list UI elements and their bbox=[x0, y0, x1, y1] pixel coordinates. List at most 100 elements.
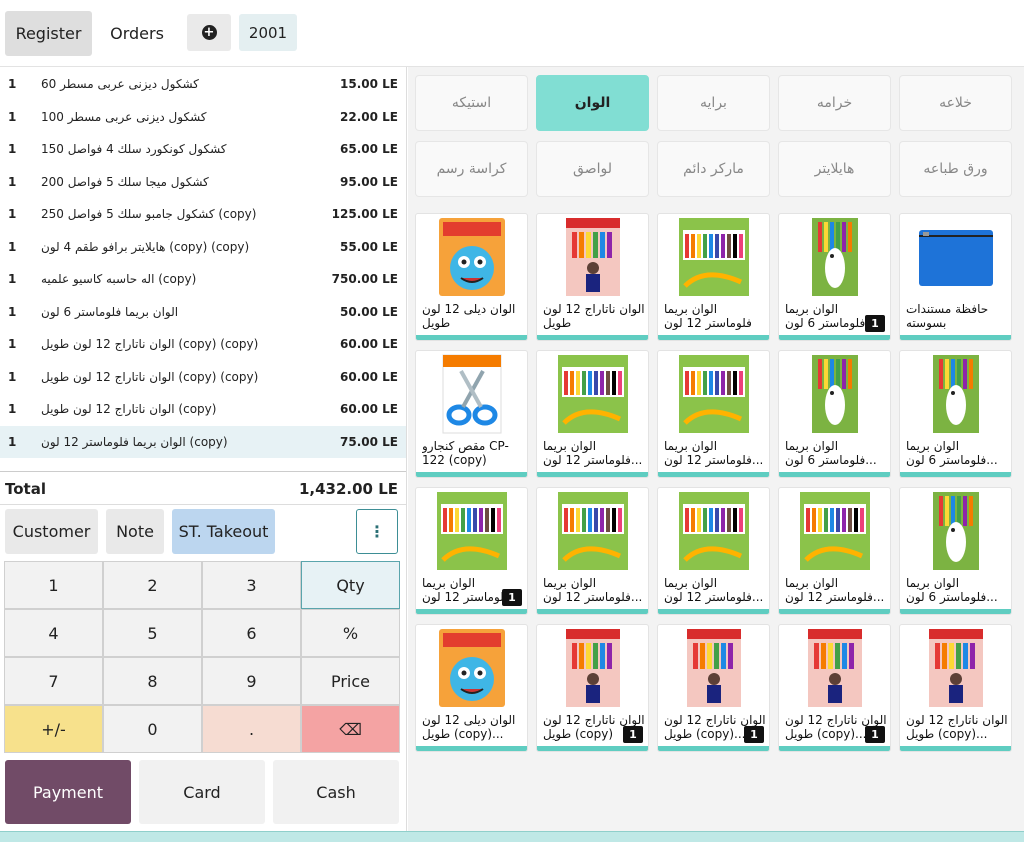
category-button[interactable]: خرامه bbox=[778, 75, 891, 131]
product-card[interactable]: الوان ناتاراج 12 لون طويل bbox=[536, 213, 649, 341]
category-button[interactable]: خلاعه bbox=[899, 75, 1012, 131]
order-line-name: الوان ناتاراج 12 لون طويل (copy) bbox=[41, 402, 217, 417]
total-value: 1,432.00 LE bbox=[298, 480, 398, 498]
order-line-price: 55.00 LE bbox=[340, 239, 398, 254]
order-line[interactable]: 1 كشكول ديزنى عربى مسطر 100 22.00 LE bbox=[0, 101, 406, 134]
order-line-name: هايلايتر برافو طقم 4 لون (copy) (copy) bbox=[41, 239, 250, 254]
price-mode-button[interactable]: Price bbox=[301, 657, 400, 705]
product-card[interactable]: الوان بريما فلوماستر 12 لون bbox=[657, 213, 770, 341]
product-category-bar bbox=[779, 335, 890, 340]
key-9[interactable]: 9 bbox=[202, 657, 301, 705]
product-category-bar bbox=[537, 746, 648, 751]
product-card[interactable]: الوان بريما فلوماستر 12 لون 1 bbox=[415, 487, 528, 615]
category-button[interactable]: ماركر دائم bbox=[657, 141, 770, 197]
category-button[interactable]: هايلايتر bbox=[778, 141, 891, 197]
order-line-qty: 1 bbox=[8, 77, 17, 92]
product-card[interactable]: الوان ديلى 12 لون طويل bbox=[415, 213, 528, 341]
backspace-icon[interactable]: ⌫ bbox=[301, 705, 400, 753]
product-category-bar bbox=[658, 472, 769, 477]
category-button[interactable]: ورق طباعه bbox=[899, 141, 1012, 197]
order-line-name: كشكول ميجا سلك 5 فواصل 200 bbox=[41, 174, 209, 189]
key-6[interactable]: 6 bbox=[202, 609, 301, 657]
product-image bbox=[433, 216, 511, 298]
discount-mode-button[interactable]: % bbox=[301, 609, 400, 657]
product-card[interactable]: الوان ناتاراج 12 لون طويل (copy)... 1 bbox=[778, 624, 891, 752]
order-number-tab[interactable]: 2001 bbox=[239, 14, 297, 51]
key-8[interactable]: 8 bbox=[103, 657, 202, 705]
order-line[interactable]: 1 كشكول ديزنى عربى مسطر 60 15.00 LE bbox=[0, 68, 406, 101]
note-button[interactable]: Note bbox=[106, 509, 164, 554]
key-7[interactable]: 7 bbox=[4, 657, 103, 705]
order-line[interactable]: 1 اله حاسبه كاسيو علميه (copy) 750.00 LE bbox=[0, 263, 406, 296]
product-category-bar bbox=[779, 609, 890, 614]
product-card[interactable]: الوان بريما فلوماستر 12 لون... bbox=[778, 487, 891, 615]
payment-button[interactable]: Payment bbox=[5, 760, 131, 824]
product-name: الوان ناتاراج 12 لون طويل (copy)... bbox=[906, 713, 1008, 741]
product-image bbox=[675, 627, 753, 709]
product-image bbox=[554, 216, 632, 298]
new-order-button[interactable]: + bbox=[187, 14, 231, 51]
order-line-name: اله حاسبه كاسيو علميه (copy) bbox=[41, 272, 197, 287]
order-line[interactable]: 1 الوان ناتاراج 12 لون طويل (copy) (copy)… bbox=[0, 361, 406, 394]
quantity-badge: 1 bbox=[865, 726, 885, 743]
product-card[interactable]: الوان بريما فلوماستر 6 لون... bbox=[899, 350, 1012, 478]
order-line[interactable]: 1 الوان ناتاراج 12 لون طويل (copy) 60.00 L… bbox=[0, 393, 406, 426]
order-line[interactable]: 1 الوان ناتاراج 12 لون طويل (copy) (copy)… bbox=[0, 328, 406, 361]
order-line[interactable]: 1 كشكول كونكورد سلك 4 فواصل 150 65.00 LE bbox=[0, 133, 406, 166]
product-card[interactable]: الوان بريما فلوماستر 12 لون... bbox=[657, 350, 770, 478]
product-card[interactable]: الوان ناتاراج 12 لون طويل (copy) 1 bbox=[536, 624, 649, 752]
product-card[interactable]: الوان بريما فلوماستر 6 لون... bbox=[899, 487, 1012, 615]
product-card[interactable]: حافظة مستندات بسوسته bbox=[899, 213, 1012, 341]
product-card[interactable]: مقص كنجارو CP-122 (copy) bbox=[415, 350, 528, 478]
order-line[interactable]: 1 الوان بريما فلوماستر 6 لون 50.00 LE bbox=[0, 296, 406, 329]
product-card[interactable]: الوان بريما فلوماستر 6 لون 1 bbox=[778, 213, 891, 341]
order-line-name: الوان بريما فلوماستر 6 لون bbox=[41, 304, 179, 319]
order-line-name: الوان ناتاراج 12 لون طويل (copy) (copy) bbox=[41, 337, 259, 352]
order-line-qty: 1 bbox=[8, 109, 17, 124]
order-line-qty: 1 bbox=[8, 402, 17, 417]
product-card[interactable]: الوان بريما فلوماستر 12 لون... bbox=[536, 350, 649, 478]
key-0[interactable]: 0 bbox=[103, 705, 202, 753]
qty-mode-button[interactable]: Qty bbox=[301, 561, 400, 609]
key-5[interactable]: 5 bbox=[103, 609, 202, 657]
decimal-button[interactable]: . bbox=[202, 705, 301, 753]
category-button[interactable]: برايه bbox=[657, 75, 770, 131]
order-line-price: 65.00 LE bbox=[340, 142, 398, 157]
customer-button[interactable]: Customer bbox=[5, 509, 98, 554]
category-button[interactable]: كراسة رسم bbox=[415, 141, 528, 197]
order-line-qty: 1 bbox=[8, 272, 17, 287]
category-button[interactable]: الوان bbox=[536, 75, 649, 131]
key-3[interactable]: 3 bbox=[202, 561, 301, 609]
order-line-qty: 1 bbox=[8, 304, 17, 319]
takeout-button[interactable]: ST. Takeout bbox=[172, 509, 275, 554]
product-card[interactable]: الوان ديلى 12 لون طويل (copy)... bbox=[415, 624, 528, 752]
total-row: Total 1,432.00 LE bbox=[0, 471, 406, 501]
plus-minus-button[interactable]: +/- bbox=[4, 705, 103, 753]
register-tab[interactable]: Register bbox=[5, 11, 92, 56]
product-card[interactable]: الوان بريما فلوماستر 12 لون... bbox=[536, 487, 649, 615]
product-card[interactable]: الوان ناتاراج 12 لون طويل (copy)... 1 bbox=[657, 624, 770, 752]
product-card[interactable]: الوان بريما فلوماستر 6 لون... bbox=[778, 350, 891, 478]
product-card[interactable]: الوان ناتاراج 12 لون طويل (copy)... bbox=[899, 624, 1012, 752]
orders-tab[interactable]: Orders bbox=[98, 11, 176, 56]
cash-button[interactable]: Cash bbox=[273, 760, 399, 824]
key-4[interactable]: 4 bbox=[4, 609, 103, 657]
key-2[interactable]: 2 bbox=[103, 561, 202, 609]
product-image bbox=[433, 627, 511, 709]
card-button[interactable]: Card bbox=[139, 760, 265, 824]
category-button[interactable]: لواصق bbox=[536, 141, 649, 197]
status-footer bbox=[0, 831, 1024, 842]
more-options-icon[interactable]: ⋮ bbox=[356, 509, 398, 554]
key-1[interactable]: 1 bbox=[4, 561, 103, 609]
product-panel: استيكه الوان برايه خرامه خلاعه كراسة رسم لواصق… bbox=[408, 67, 1024, 831]
category-button[interactable]: استيكه bbox=[415, 75, 528, 131]
product-category-bar bbox=[900, 609, 1011, 614]
order-line[interactable]: 1 هايلايتر برافو طقم 4 لون (copy) (copy) 5… bbox=[0, 231, 406, 264]
product-category-bar bbox=[416, 472, 527, 477]
order-line[interactable]: 1 كشكول ميجا سلك 5 فواصل 200 95.00 LE bbox=[0, 166, 406, 199]
product-card[interactable]: الوان بريما فلوماستر 12 لون... bbox=[657, 487, 770, 615]
order-line-name: كشكول ديزنى عربى مسطر 100 bbox=[41, 109, 207, 124]
order-line-name: كشكول ديزنى عربى مسطر 60 bbox=[41, 77, 199, 92]
order-line[interactable]: 1 الوان بريما فلوماستر 12 لون (copy) 75.00… bbox=[0, 425, 406, 458]
order-line[interactable]: 1 كشكول جامبو سلك 5 فواصل 250 (copy) 125.0… bbox=[0, 198, 406, 231]
